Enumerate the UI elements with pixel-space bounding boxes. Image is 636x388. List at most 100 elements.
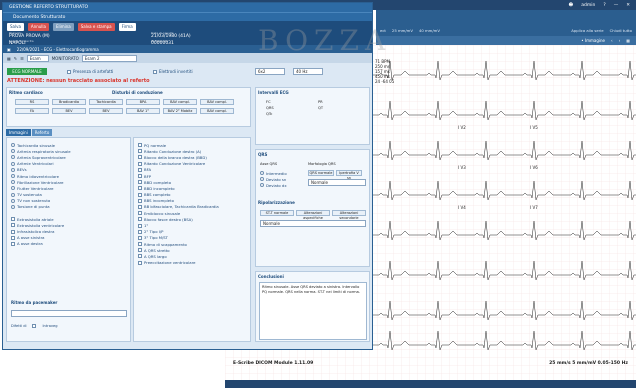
repol-button[interactable]: Alterazioni secondarie	[332, 210, 366, 220]
rhythm-button[interactable]: BPA	[126, 99, 160, 105]
rhythm-button[interactable]: BAV compl.	[163, 99, 197, 105]
list-item[interactable]: Aritmia respiratoria sinusale	[11, 148, 71, 154]
close-all-button[interactable]: Chiudi tutto	[610, 28, 632, 33]
user-name[interactable]: admin	[581, 3, 595, 8]
pacemaker-select[interactable]	[11, 310, 127, 317]
option-checkbox[interactable]	[138, 155, 142, 160]
list-item[interactable]: BB bifasciolare, Tachicardia Bradicardia	[138, 204, 219, 210]
close-icon[interactable]: ✕	[626, 3, 630, 8]
option-checkbox[interactable]	[138, 192, 142, 197]
option-checkbox[interactable]	[138, 211, 142, 216]
help-icon[interactable]: ?	[603, 3, 605, 8]
option-checkbox[interactable]	[138, 174, 142, 179]
option-checkbox[interactable]	[138, 217, 142, 222]
option-checkbox[interactable]	[11, 217, 15, 222]
list-item[interactable]: Blocco della branca destra (BBD)	[138, 154, 219, 160]
rhythm-button[interactable]: BAV 1°	[126, 108, 160, 114]
list-item[interactable]: Extrasistolia ventricolare	[11, 222, 71, 228]
option-checkbox[interactable]	[11, 204, 15, 209]
list-item[interactable]: Aritmia Sopraventricolare	[11, 154, 71, 160]
option-checkbox[interactable]	[138, 186, 142, 191]
option-checkbox[interactable]	[11, 223, 15, 228]
option-checkbox[interactable]	[11, 174, 15, 179]
option-checkbox[interactable]	[138, 254, 142, 259]
repol-select[interactable]: Normale	[260, 220, 366, 227]
rhythm-button[interactable]: BEV	[89, 108, 123, 114]
option-checkbox[interactable]	[138, 167, 142, 172]
option-checkbox[interactable]	[138, 235, 142, 240]
save-print-button[interactable]: Salva e stampa	[77, 23, 115, 31]
minimize-icon[interactable]: —	[614, 3, 619, 8]
rhythm-button[interactable]: Bradicardia	[52, 99, 86, 105]
tab-report[interactable]: Referto	[31, 129, 53, 136]
speed-select[interactable]: 6x2	[255, 68, 285, 75]
calendar-icon[interactable]: ▦	[7, 56, 11, 61]
rhythm-button[interactable]: RS	[15, 99, 49, 105]
option-checkbox[interactable]	[11, 241, 15, 246]
axis-radio[interactable]	[260, 177, 264, 182]
option-checkbox[interactable]	[11, 161, 15, 166]
qrs-morph-button[interactable]: Ipertrofia V sn	[336, 170, 362, 180]
next-icon[interactable]: ›	[619, 38, 621, 43]
rhythm-button[interactable]: Tachicardia	[89, 99, 123, 105]
delete-button[interactable]: Elimina	[52, 23, 74, 31]
option-checkbox[interactable]	[138, 180, 142, 185]
save-button[interactable]: Salva	[7, 23, 24, 31]
option-checkbox[interactable]	[11, 192, 15, 197]
inverted-checkbox[interactable]	[153, 69, 157, 74]
exam-label[interactable]: 22/09/2021 - ECG - Elettrocardiogramma	[17, 47, 99, 52]
option-checkbox[interactable]	[138, 229, 142, 234]
tab-images[interactable]: Immagini	[6, 129, 31, 136]
viewer-tool-2[interactable]: 25 mm/mV	[392, 28, 413, 33]
option-checkbox[interactable]	[138, 143, 142, 148]
rhythm-button[interactable]: BEV	[52, 108, 86, 114]
option-checkbox[interactable]	[11, 229, 15, 234]
artifacts-checkbox[interactable]	[67, 69, 71, 74]
list-item[interactable]: A asse destra	[11, 241, 71, 247]
option-checkbox[interactable]	[138, 260, 142, 265]
conclusion-textarea[interactable]: Ritmo sinusale. Asse QRS deviato a sinis…	[259, 282, 367, 340]
defect-checkbox[interactable]	[32, 324, 37, 328]
option-checkbox[interactable]	[138, 161, 142, 166]
list-icon[interactable]: ☰	[20, 56, 24, 61]
list-item[interactable]: Preeccitazione ventricolare	[138, 260, 219, 266]
repol-button[interactable]: Alterazioni aspecifiche	[296, 210, 330, 220]
list-item[interactable]: Fibrillazione Ventricolare	[11, 179, 71, 185]
signature-button[interactable]: Firma	[118, 23, 136, 31]
rhythm-button[interactable]: BAV 2° Mobitz	[163, 108, 197, 114]
repol-button[interactable]: ST-T normale	[260, 210, 294, 216]
axis-radio[interactable]	[260, 183, 264, 188]
option-checkbox[interactable]	[11, 180, 15, 185]
option-checkbox[interactable]	[138, 149, 142, 154]
option-checkbox[interactable]	[138, 242, 142, 247]
option-checkbox[interactable]	[11, 198, 15, 203]
option-checkbox[interactable]	[138, 248, 142, 253]
option-checkbox[interactable]	[138, 198, 142, 203]
qrs-morph-button[interactable]: QRS normale	[308, 170, 334, 176]
option-checkbox[interactable]	[138, 204, 142, 209]
option-checkbox[interactable]	[11, 186, 15, 191]
option-checkbox[interactable]	[11, 149, 15, 154]
option-checkbox[interactable]	[11, 143, 15, 148]
exam-select[interactable]: Esam	[26, 54, 49, 62]
option-checkbox[interactable]	[138, 223, 142, 228]
option-checkbox[interactable]	[11, 155, 15, 160]
rhythm-button[interactable]: BAV compl.	[200, 99, 234, 105]
option-checkbox[interactable]	[11, 235, 15, 240]
option-checkbox[interactable]	[11, 167, 15, 172]
cancel-button[interactable]: Annulla	[27, 23, 49, 31]
viewer-tool-3[interactable]: 40 mm/mV	[419, 28, 440, 33]
exam2-select[interactable]: Esam 2	[81, 54, 137, 62]
rhythm-button[interactable]: FA	[15, 108, 49, 114]
apply-series-button[interactable]: Applica alla serie	[571, 28, 603, 33]
ecg-normal-button[interactable]: ECG NORMALE	[7, 68, 47, 75]
prev-icon[interactable]: ‹	[611, 38, 613, 43]
user-icon[interactable]: ☻	[569, 3, 574, 8]
image-tab[interactable]: • Immagine	[581, 38, 605, 43]
axis-radio[interactable]	[260, 171, 264, 176]
freq-select[interactable]: 40 Hz	[293, 68, 323, 75]
rhythm-button[interactable]: BAV compl.	[200, 108, 234, 114]
qrs-morph-select[interactable]: Normale	[308, 179, 366, 186]
grid-icon[interactable]: ▦	[626, 38, 630, 43]
pen-icon[interactable]: ✎	[14, 56, 17, 61]
